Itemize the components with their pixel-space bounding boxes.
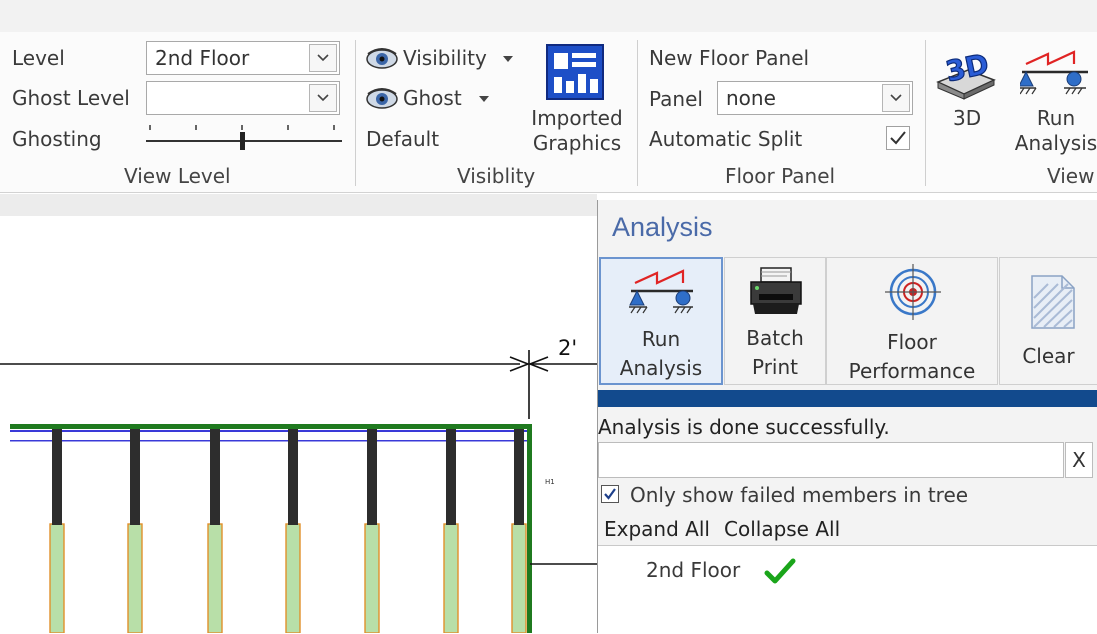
ribbon-separator	[925, 40, 926, 186]
run-analysis-ribbon-label-1: Run	[1036, 106, 1076, 130]
joists	[49, 429, 527, 633]
checkmark-icon	[890, 131, 906, 145]
panel-dropdown-button[interactable]	[882, 84, 910, 112]
level-value: 2nd Floor	[155, 46, 250, 70]
run-analysis-ribbon-label-2: Analysis	[1014, 131, 1097, 155]
ghost-button[interactable]: Ghost	[403, 86, 462, 110]
visibility-label: Visibility	[403, 46, 487, 70]
joist[interactable]	[364, 429, 380, 633]
svg-text:H1: H1	[545, 478, 555, 486]
imported-graphics-label-2: Graphics	[532, 131, 622, 155]
batch-print-label-2: Print	[751, 355, 798, 379]
check-ok-icon	[764, 558, 796, 584]
joist[interactable]	[443, 429, 459, 633]
run-analysis-icon[interactable]	[1020, 46, 1090, 98]
visibility-button[interactable]: Visibility	[403, 46, 487, 70]
printer-icon	[750, 267, 802, 314]
panel-value: none	[726, 86, 776, 110]
status-text: Analysis is done successfully.	[598, 415, 890, 439]
right-rim-beam[interactable]	[527, 424, 532, 633]
imported-graphics-label-1: Imported	[531, 106, 623, 130]
run-analysis-icon	[629, 269, 693, 314]
only-failed-label: Only show failed members in tree	[630, 483, 969, 507]
panel-title: Analysis	[612, 212, 713, 242]
ghosting-label: Ghosting	[12, 127, 102, 151]
automatic-split-label: Automatic Split	[649, 127, 803, 151]
level-label: Level	[12, 46, 65, 70]
results-tree: 2nd Floor	[598, 545, 1097, 634]
new-floor-panel-button[interactable]: New Floor Panel	[649, 46, 809, 70]
caret-down-icon[interactable]	[479, 96, 489, 104]
run-analysis-label-1: Run	[641, 327, 681, 351]
checkmark-icon	[604, 488, 616, 500]
chevron-down-icon	[317, 54, 329, 62]
ribbon-separator	[355, 40, 356, 186]
panel-label: Panel	[649, 87, 703, 111]
imported-graphics-button[interactable]: Imported Graphics	[529, 106, 625, 156]
level-dropdown-button[interactable]	[309, 44, 337, 72]
floor-performance-button[interactable]: Floor Performance	[826, 257, 998, 385]
floor-performance-label-2: Performance	[848, 359, 976, 383]
filter-input[interactable]	[598, 442, 1064, 478]
dimension-label: 2'	[558, 336, 578, 360]
eye-icon	[366, 88, 398, 109]
joist[interactable]	[511, 429, 527, 633]
joist[interactable]	[49, 429, 65, 633]
ghost-level-dropdown[interactable]	[146, 81, 340, 115]
view-group-label: View	[1047, 164, 1095, 188]
clear-label: Clear	[1022, 344, 1075, 368]
ghosting-slider[interactable]	[144, 118, 344, 152]
only-failed-checkbox[interactable]	[601, 485, 619, 503]
expand-all-link[interactable]: Expand All	[604, 517, 710, 541]
target-icon	[885, 264, 941, 320]
imported-graphics-icon[interactable]	[544, 43, 606, 101]
batch-print-button[interactable]: Batch Print	[724, 257, 826, 385]
panel-dropdown[interactable]: none	[717, 81, 913, 115]
eye-icon	[366, 48, 398, 69]
collapse-all-link[interactable]: Collapse All	[724, 517, 840, 541]
chevron-down-icon	[890, 94, 902, 102]
view-level-group-label: View Level	[124, 164, 231, 188]
ghost-level-label: Ghost Level	[12, 86, 130, 110]
tree-item-label: 2nd Floor	[646, 558, 741, 582]
visibility-group-label: Visiblity	[457, 164, 536, 188]
default-button[interactable]: Default	[366, 127, 439, 151]
automatic-split-checkbox[interactable]	[886, 126, 910, 150]
floor-plan-canvas[interactable]: H1	[0, 216, 597, 633]
run-analysis-ribbon-button[interactable]: Run Analysis	[1011, 106, 1097, 156]
top-beam[interactable]	[10, 424, 532, 429]
analysis-panel: Analysis Run Analysis Batch Print Floor …	[597, 200, 1097, 634]
ghost-level-dropdown-button[interactable]	[309, 84, 337, 112]
floor-performance-label-1: Floor	[887, 330, 937, 354]
joist[interactable]	[207, 429, 223, 633]
chevron-down-icon	[317, 94, 329, 102]
joist[interactable]	[285, 429, 301, 633]
batch-print-label-1: Batch	[746, 326, 804, 350]
clear-filter-button[interactable]: X	[1065, 442, 1093, 478]
joist[interactable]	[127, 429, 143, 633]
ribbon-separator	[637, 40, 638, 186]
level-dropdown[interactable]: 2nd Floor	[146, 41, 340, 75]
floor-panel-group-label: Floor Panel	[725, 164, 836, 188]
ghost-label: Ghost	[403, 86, 462, 110]
title-strip	[0, 0, 1097, 32]
progress-bar	[598, 390, 1097, 407]
3d-button[interactable]: 3D	[953, 106, 981, 130]
caret-down-icon[interactable]	[503, 56, 513, 64]
ghosting-slider-thumb[interactable]	[240, 132, 245, 150]
run-analysis-label-2: Analysis	[619, 356, 703, 380]
canvas-toolbar-strip	[0, 194, 597, 216]
3d-view-icon[interactable]: 3D	[934, 44, 998, 100]
clear-document-icon	[1031, 275, 1075, 329]
run-analysis-button[interactable]: Run Analysis	[599, 257, 723, 385]
clear-button[interactable]: Clear	[999, 257, 1097, 385]
tree-item[interactable]: 2nd Floor	[646, 558, 796, 584]
